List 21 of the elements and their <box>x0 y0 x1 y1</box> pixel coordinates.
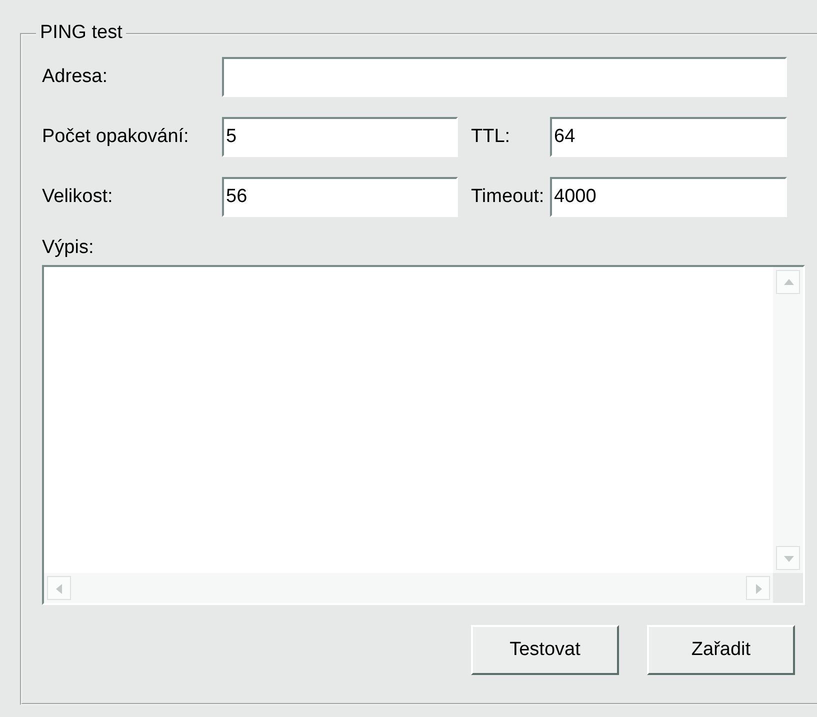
field-label: TTL: <box>470 126 512 148</box>
action-button[interactable]: Testovat <box>471 625 619 675</box>
horizontal-scrollbar[interactable] <box>44 573 773 603</box>
scroll-left-icon[interactable] <box>47 576 71 600</box>
input-field[interactable]: 64 <box>550 117 787 157</box>
input-field[interactable]: 5 <box>222 117 458 157</box>
scroll-right-icon[interactable] <box>746 576 770 600</box>
input-field[interactable]: 56 <box>222 177 458 217</box>
scrollbar-corner <box>773 573 803 603</box>
output-textarea[interactable] <box>42 265 805 605</box>
scroll-up-icon[interactable] <box>776 270 800 294</box>
field-label: Velikost: <box>42 186 114 208</box>
field-label: Timeout: <box>470 186 546 208</box>
field-label: Výpis: <box>42 237 95 259</box>
scroll-down-icon[interactable] <box>776 546 800 570</box>
action-button[interactable]: Zařadit <box>647 625 795 675</box>
address-field[interactable] <box>222 57 787 97</box>
field-label: Adresa: <box>42 66 108 88</box>
vertical-scrollbar[interactable] <box>773 267 803 573</box>
input-field[interactable]: 4000 <box>550 177 787 217</box>
field-label: Počet opakování: <box>42 126 190 148</box>
